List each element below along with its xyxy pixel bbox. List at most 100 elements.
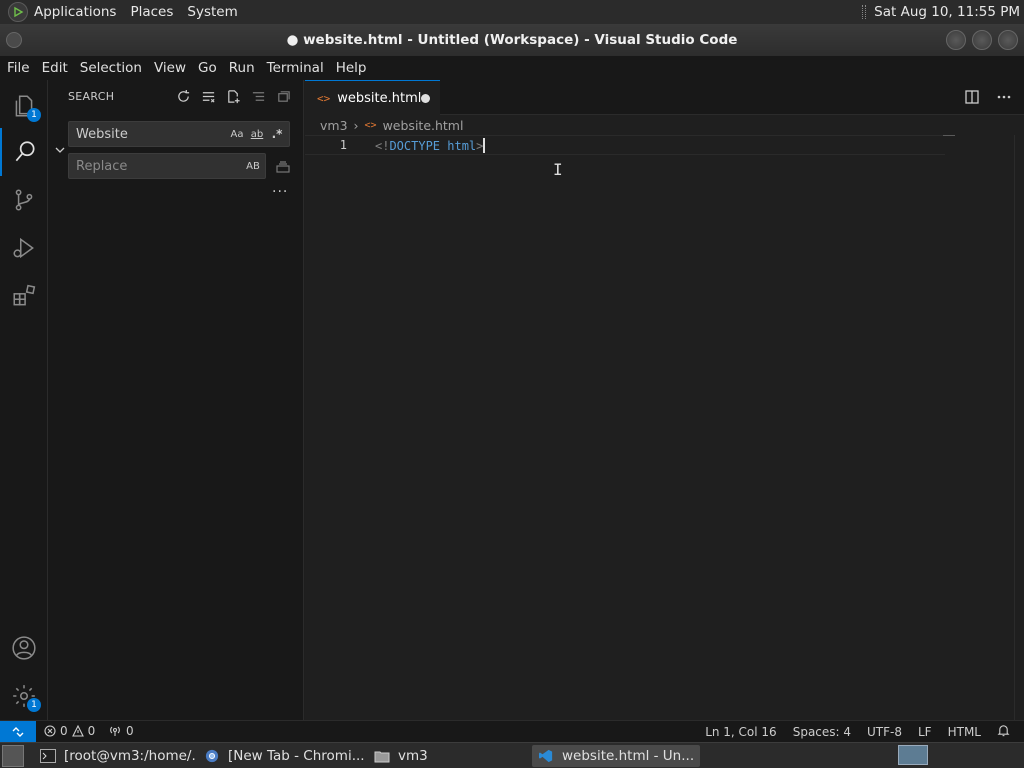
manage-activity[interactable]: 1	[0, 672, 48, 720]
settings-badge: 1	[27, 698, 41, 712]
tab-label: website.html	[337, 90, 422, 106]
menu-selection[interactable]: Selection	[74, 60, 148, 76]
more-actions-icon[interactable]	[996, 89, 1012, 109]
taskbar: [root@vm3:/home/... [New Tab - Chromi...…	[0, 742, 1024, 768]
editor-scrollbar[interactable]	[1014, 135, 1024, 720]
breadcrumb-chevron-right-icon: ›	[353, 118, 359, 133]
broadcast-icon	[110, 726, 120, 736]
code-close-bracket: >	[476, 139, 484, 153]
extensions-activity[interactable]	[0, 272, 48, 320]
end-of-line[interactable]: LF	[918, 725, 932, 739]
show-desktop-icon[interactable]	[2, 744, 24, 767]
account-icon	[12, 636, 36, 660]
split-editor-icon[interactable]	[964, 89, 980, 109]
breadcrumb: vm3 › <> website.html	[320, 118, 463, 133]
search-icon	[15, 141, 35, 162]
line-number: 1	[339, 138, 347, 152]
task-file-manager[interactable]: vm3	[368, 745, 530, 767]
breadcrumb-folder[interactable]: vm3	[320, 118, 348, 133]
window-menu-icon[interactable]	[6, 32, 22, 48]
match-case-toggle[interactable]: Aa	[229, 126, 245, 142]
explorer-activity[interactable]: 1	[0, 82, 48, 130]
warning-count: 0	[87, 724, 96, 738]
menubar: File Edit Selection View Go Run Terminal…	[0, 56, 1024, 80]
code-open-bracket: <!	[375, 139, 390, 153]
toggle-replace-chevron-down-icon[interactable]	[54, 144, 66, 156]
code-text[interactable]: <!DOCTYPE html>	[375, 138, 486, 153]
minimize-button[interactable]	[946, 30, 966, 50]
match-whole-word-toggle[interactable]: ab	[249, 126, 265, 142]
mouse-ibeam-cursor-icon: I	[553, 160, 563, 179]
replace-all-icon[interactable]	[275, 158, 291, 174]
search-input-value: Website	[76, 126, 128, 142]
new-search-editor-icon[interactable]	[225, 88, 241, 104]
ports-indicator[interactable]: 0	[108, 724, 134, 738]
code-line-1[interactable]: 1 <!DOCTYPE html>	[305, 135, 945, 155]
notifications-bell-icon[interactable]	[997, 724, 1010, 740]
menu-run[interactable]: Run	[223, 60, 261, 76]
extensions-icon	[13, 284, 36, 306]
text-cursor	[483, 138, 486, 153]
code-doctype: DOCTYPE html	[389, 139, 477, 153]
use-regex-toggle[interactable]: .*	[269, 126, 285, 142]
refresh-icon[interactable]	[175, 88, 191, 104]
error-count: 0	[60, 724, 68, 738]
vscode-icon	[539, 749, 553, 762]
menu-edit[interactable]: Edit	[36, 60, 74, 76]
task-terminal[interactable]: [root@vm3:/home/...	[34, 745, 196, 767]
window-titlebar[interactable]: ● website.html - Untitled (Workspace) - …	[0, 24, 1024, 56]
run-debug-activity[interactable]	[0, 224, 48, 272]
maximize-button[interactable]	[972, 30, 992, 50]
unsaved-dot-icon[interactable]	[421, 94, 430, 103]
system-menu[interactable]: System	[187, 4, 237, 20]
applications-menu[interactable]: Applications	[34, 4, 116, 20]
window-title: ● website.html - Untitled (Workspace) - …	[286, 32, 738, 48]
task-chromium[interactable]: [New Tab - Chromi...	[198, 745, 366, 767]
preserve-case-toggle[interactable]: AB	[245, 158, 261, 174]
remote-indicator[interactable]	[0, 721, 36, 742]
indentation[interactable]: Spaces: 4	[793, 725, 851, 739]
source-control-activity[interactable]	[0, 176, 48, 224]
panel-grip-icon	[862, 5, 867, 19]
warning-icon	[71, 725, 84, 737]
editor-tabs: <> website.html	[305, 80, 1024, 115]
remote-icon	[12, 726, 24, 737]
close-button[interactable]	[998, 30, 1018, 50]
encoding[interactable]: UTF-8	[867, 725, 902, 739]
breadcrumb-file[interactable]: website.html	[383, 118, 464, 133]
search-activity[interactable]	[0, 128, 48, 176]
search-sidebar: SEARCH Website Aa ab .* Replace AB ...	[48, 80, 304, 720]
sidebar-title: SEARCH	[68, 90, 115, 103]
minimap[interactable]	[943, 135, 955, 136]
tab-website-html[interactable]: <> website.html	[305, 80, 440, 115]
cursor-position[interactable]: Ln 1, Col 16	[705, 725, 777, 739]
places-menu[interactable]: Places	[130, 4, 173, 20]
html-file-icon: <>	[317, 91, 331, 105]
menu-go[interactable]: Go	[192, 60, 223, 76]
view-as-tree-icon[interactable]	[250, 88, 266, 104]
task-vscode[interactable]: website.html - Un...	[532, 744, 700, 767]
editor-area: <> website.html vm3 › <> website.html 1 …	[305, 80, 1024, 720]
menu-help[interactable]: Help	[330, 60, 373, 76]
breadcrumb-html-file-icon: <>	[364, 120, 377, 131]
menu-terminal[interactable]: Terminal	[261, 60, 330, 76]
accounts-activity[interactable]	[0, 624, 48, 672]
activity-bar: 1 1	[0, 80, 48, 720]
search-input[interactable]: Website Aa ab .*	[68, 121, 290, 147]
menu-file[interactable]: File	[0, 60, 36, 76]
source-control-icon	[15, 189, 33, 211]
workspace-switcher[interactable]	[898, 745, 928, 765]
ports-count: 0	[126, 724, 134, 738]
toggle-search-details-icon[interactable]: ...	[272, 180, 288, 196]
replace-input[interactable]: Replace AB	[68, 153, 266, 179]
clear-results-icon[interactable]	[200, 88, 216, 104]
collapse-all-icon[interactable]	[275, 88, 291, 104]
applications-menu-icon[interactable]	[8, 2, 28, 22]
error-icon	[44, 725, 56, 737]
language-mode[interactable]: HTML	[948, 725, 981, 739]
menu-view[interactable]: View	[148, 60, 192, 76]
clock[interactable]: Sat Aug 10, 11:55 PM	[874, 4, 1020, 20]
run-debug-icon	[13, 237, 34, 259]
task-vscode-label: website.html - Un...	[562, 747, 695, 764]
problems-indicator[interactable]: 0 0	[44, 724, 95, 738]
